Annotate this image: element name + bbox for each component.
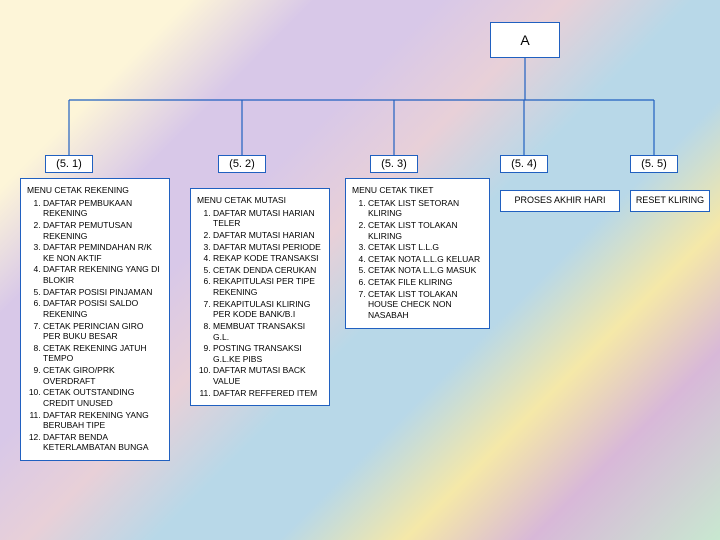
list-item: DAFTAR PEMINDAHAN R/K KE NON AKTIF: [43, 242, 163, 263]
panel-5-1-title: MENU CETAK REKENING: [27, 185, 163, 196]
list-item: DAFTAR REFFERED ITEM: [213, 388, 323, 399]
list-item: CETAK FILE KLIRING: [368, 277, 483, 288]
list-item: POSTING TRANSAKSI G.L.KE PIBS: [213, 343, 323, 364]
list-item: MEMBUAT TRANSAKSI G.L.: [213, 321, 323, 342]
list-item: CETAK GIRO/PRK OVERDRAFT: [43, 365, 163, 386]
list-item: CETAK LIST L.L.G: [368, 242, 483, 253]
panel-5-4: PROSES AKHIR HARI: [500, 190, 620, 212]
panel-5-1: MENU CETAK REKENING DAFTAR PEMBUKAAN REK…: [20, 178, 170, 461]
node-5-5-label: (5. 5): [641, 158, 667, 170]
panel-5-5-title: RESET KLIRING: [636, 195, 704, 206]
list-item: CETAK DENDA CERUKAN: [213, 265, 323, 276]
list-item: DAFTAR MUTASI HARIAN TELER: [213, 208, 323, 229]
list-item: CETAK PERINCIAN GIRO PER BUKU BESAR: [43, 321, 163, 342]
list-item: DAFTAR PEMBUKAAN REKENING: [43, 198, 163, 219]
list-item: CETAK LIST TOLAKAN HOUSE CHECK NON NASAB…: [368, 289, 483, 321]
panel-5-5: RESET KLIRING: [630, 190, 710, 212]
panel-5-2-title: MENU CETAK MUTASI: [197, 195, 323, 206]
node-5-4-label: (5. 4): [511, 158, 537, 170]
node-5-1: (5. 1): [45, 155, 93, 173]
list-item: DAFTAR POSISI SALDO REKENING: [43, 298, 163, 319]
node-5-4: (5. 4): [500, 155, 548, 173]
list-item: REKAPITULASI KLIRING PER KODE BANK/B.I: [213, 299, 323, 320]
list-item: REKAPITULASI PER TIPE REKENING: [213, 276, 323, 297]
list-item: DAFTAR REKENING YANG BERUBAH TIPE: [43, 410, 163, 431]
node-5-3: (5. 3): [370, 155, 418, 173]
panel-5-1-list: DAFTAR PEMBUKAAN REKENINGDAFTAR PEMUTUSA…: [27, 198, 163, 453]
list-item: DAFTAR POSISI PINJAMAN: [43, 287, 163, 298]
list-item: CETAK LIST TOLAKAN KLIRING: [368, 220, 483, 241]
list-item: DAFTAR MUTASI PERIODE: [213, 242, 323, 253]
list-item: CETAK REKENING JATUH TEMPO: [43, 343, 163, 364]
list-item: CETAK LIST SETORAN KLIRING: [368, 198, 483, 219]
list-item: DAFTAR BENDA KETERLAMBATAN BUNGA: [43, 432, 163, 453]
node-5-5: (5. 5): [630, 155, 678, 173]
panel-5-2-list: DAFTAR MUTASI HARIAN TELERDAFTAR MUTASI …: [197, 208, 323, 399]
list-item: CETAK NOTA L.L.G MASUK: [368, 265, 483, 276]
root-label: A: [520, 32, 529, 48]
list-item: DAFTAR REKENING YANG DI BLOKIR: [43, 264, 163, 285]
list-item: DAFTAR PEMUTUSAN REKENING: [43, 220, 163, 241]
root-node: A: [490, 22, 560, 58]
node-5-1-label: (5. 1): [56, 158, 82, 170]
list-item: CETAK OUTSTANDING CREDIT UNUSED: [43, 387, 163, 408]
panel-5-3: MENU CETAK TIKET CETAK LIST SETORAN KLIR…: [345, 178, 490, 329]
node-5-2: (5. 2): [218, 155, 266, 173]
list-item: REKAP KODE TRANSAKSI: [213, 253, 323, 264]
panel-5-2: MENU CETAK MUTASI DAFTAR MUTASI HARIAN T…: [190, 188, 330, 406]
node-5-2-label: (5. 2): [229, 158, 255, 170]
panel-5-3-list: CETAK LIST SETORAN KLIRINGCETAK LIST TOL…: [352, 198, 483, 321]
node-5-3-label: (5. 3): [381, 158, 407, 170]
list-item: CETAK NOTA L.L.G KELUAR: [368, 254, 483, 265]
panel-5-4-title: PROSES AKHIR HARI: [514, 195, 605, 206]
list-item: DAFTAR MUTASI HARIAN: [213, 230, 323, 241]
list-item: DAFTAR MUTASI BACK VALUE: [213, 365, 323, 386]
panel-5-3-title: MENU CETAK TIKET: [352, 185, 483, 196]
